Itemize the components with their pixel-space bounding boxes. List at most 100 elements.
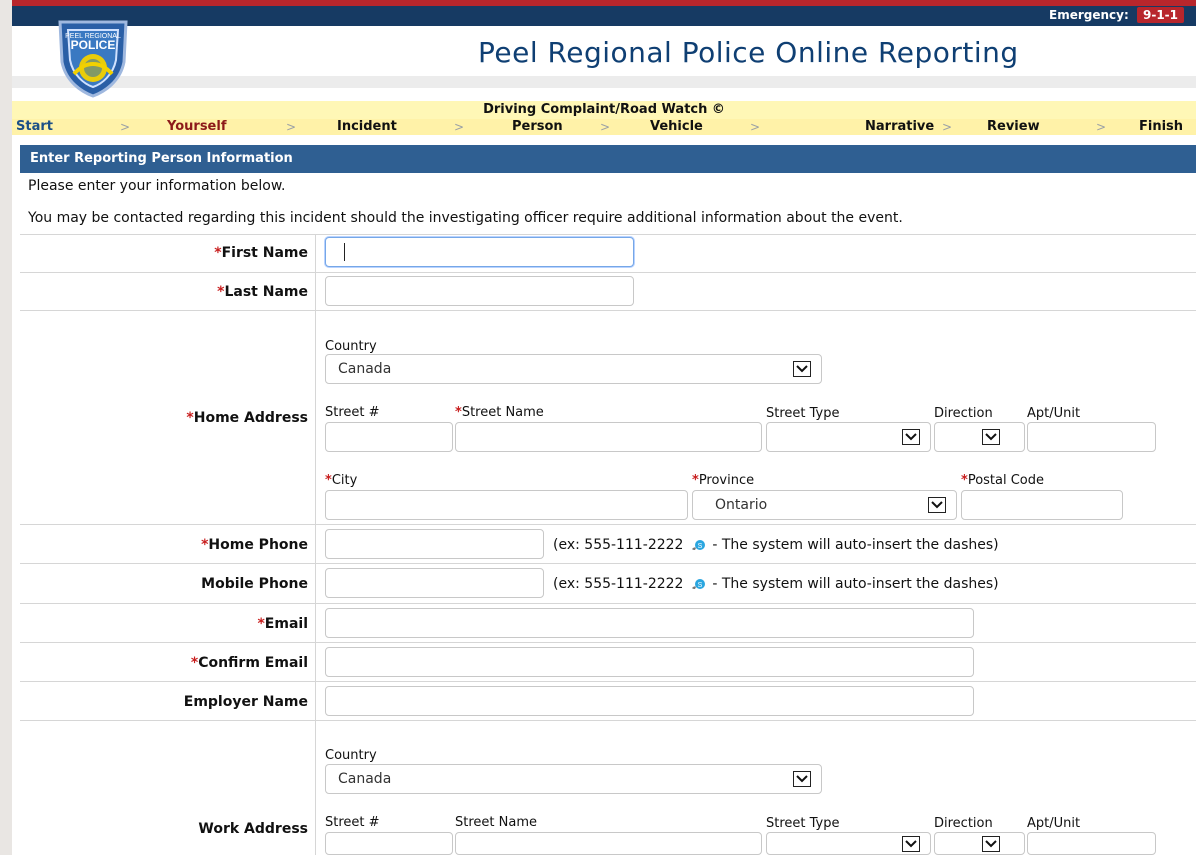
home-street-name-input[interactable] [455,422,762,452]
first-name-input[interactable] [325,237,634,267]
left-gutter [0,0,12,855]
employer-name-label: Employer Name [183,694,308,710]
row-divider [20,563,1196,564]
police-badge-logo: PEEL REGIONAL POLICE [58,20,128,98]
work-direction-label: Direction [934,816,993,831]
step-arrow: > [1096,120,1107,134]
svg-text:S: S [698,582,703,589]
chevron-down-icon [982,836,1000,852]
chevron-down-icon [902,836,920,852]
email-label: *Email [257,616,308,632]
step-finish[interactable]: Finish [1139,119,1183,135]
emergency-label: Emergency: [1049,8,1129,22]
chevron-down-icon [928,497,946,513]
work-direction-select[interactable] [934,832,1025,855]
chevron-down-icon [793,361,811,377]
row-divider [20,681,1196,682]
step-arrow: > [600,120,611,134]
mobile-phone-hint: (ex: 555-111-2222 S - The system will au… [553,576,999,592]
home-phone-hint: (ex: 555-111-2222 S - The system will au… [553,537,999,553]
site-title: Peel Regional Police Online Reporting [478,36,1019,69]
emergency-number[interactable]: 9-1-1 [1136,7,1184,23]
instruction-text-1: Please enter your information below. [28,178,286,194]
chevron-down-icon [793,771,811,787]
home-street-no-label: Street # [325,405,380,420]
section-header: Enter Reporting Person Information [20,145,1196,173]
home-street-name-label: *Street Name [455,405,544,420]
row-divider [20,234,1196,235]
step-arrow: > [286,120,297,134]
logo-line2: POLICE [71,38,116,52]
home-street-type-label: Street Type [766,406,840,421]
work-street-no-label: Street # [325,815,380,830]
home-city-input[interactable] [325,490,688,520]
skype-phone-icon[interactable]: S [690,537,706,553]
work-apt-label: Apt/Unit [1027,816,1081,831]
work-street-type-label: Street Type [766,816,840,831]
instruction-text-2: You may be contacted regarding this inci… [28,210,903,226]
header-divider [12,76,1196,88]
home-country-value: Canada [338,361,392,377]
step-person[interactable]: Person [512,119,563,135]
text-caret [344,243,345,261]
work-street-name-label: Street Name [455,815,537,830]
work-street-name-input[interactable] [455,832,762,855]
form-title: Driving Complaint/Road Watch © [12,101,1196,119]
mobile-phone-label: Mobile Phone [201,576,308,592]
home-direction-label: Direction [934,406,993,421]
home-phone-input[interactable] [325,529,544,559]
home-street-no-input[interactable] [325,422,453,452]
row-divider [20,310,1196,311]
home-city-label: *City [325,473,358,488]
home-country-select[interactable]: Canada [325,354,822,384]
step-review[interactable]: Review [987,119,1040,135]
chevron-down-icon [982,429,1000,445]
row-divider [20,524,1196,525]
home-postal-input[interactable] [961,490,1123,520]
home-province-label: *Province [692,473,755,488]
last-name-label: *Last Name [217,284,308,300]
home-province-select[interactable]: Ontario [692,490,957,520]
progress-steps: Start > Yourself > Incident > Person > V… [12,119,1196,135]
mobile-phone-input[interactable] [325,568,544,598]
step-start[interactable]: Start [16,119,53,135]
emergency-banner: Emergency: 9-1-1 [1049,7,1184,23]
row-divider [20,642,1196,643]
work-address-label: Work Address [198,821,308,837]
home-direction-select[interactable] [934,422,1025,452]
step-incident[interactable]: Incident [337,119,397,135]
step-vehicle[interactable]: Vehicle [650,119,703,135]
first-name-label: *First Name [214,245,308,261]
step-arrow: > [120,120,131,134]
chevron-down-icon [902,429,920,445]
last-name-input[interactable] [325,276,634,306]
skype-phone-icon[interactable]: S [690,576,706,592]
row-divider [20,720,1196,721]
step-arrow: > [942,120,953,134]
row-divider [20,272,1196,273]
confirm-email-label: *Confirm Email [190,655,308,671]
home-street-type-select[interactable] [766,422,931,452]
confirm-email-input[interactable] [325,647,974,677]
step-arrow: > [750,120,761,134]
emergency-strip [12,6,1196,26]
row-divider [20,603,1196,604]
work-apt-input[interactable] [1027,832,1156,855]
work-street-type-select[interactable] [766,832,931,855]
employer-name-input[interactable] [325,686,974,716]
home-phone-label: *Home Phone [201,537,308,553]
label-column-divider [315,234,316,855]
work-country-value: Canada [338,771,392,787]
work-street-no-input[interactable] [325,832,453,855]
home-apt-label: Apt/Unit [1027,406,1081,421]
step-narrative[interactable]: Narrative [865,119,934,135]
home-province-value: Ontario [715,497,768,513]
work-country-select[interactable]: Canada [325,764,822,794]
home-address-label: *Home Address [186,410,308,426]
email-input[interactable] [325,608,974,638]
step-arrow: > [454,120,465,134]
home-country-label: Country [325,339,377,354]
home-apt-input[interactable] [1027,422,1156,452]
home-postal-label: *Postal Code [961,473,1045,488]
step-yourself[interactable]: Yourself [167,119,226,135]
